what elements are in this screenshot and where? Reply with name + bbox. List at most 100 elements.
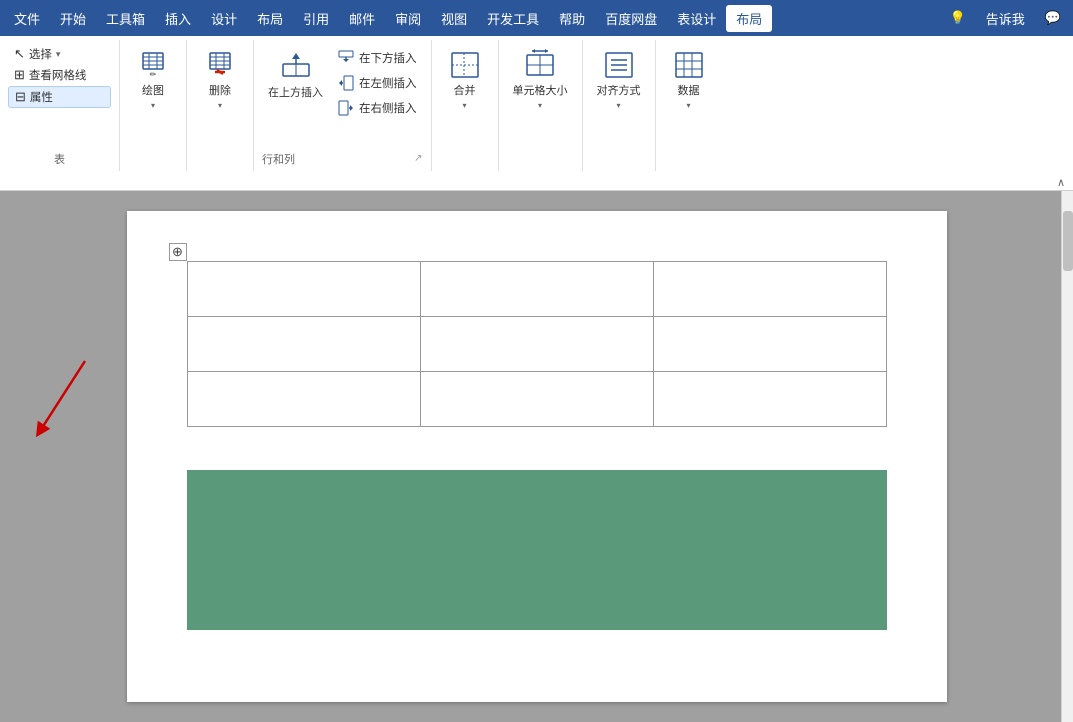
ribbon-bottom-bar: ∧: [0, 175, 1073, 190]
scrollbar-thumb[interactable]: [1063, 211, 1073, 271]
draw-btn[interactable]: ✏ 绘图 ▾: [128, 44, 178, 114]
draw-items: ✏ 绘图 ▾: [128, 44, 178, 153]
table-wrapper: ⊕: [187, 261, 887, 427]
gridlines-icon: ⊞: [14, 67, 25, 83]
ribbon-content: ↖ 选择 ▾ ⊞ 查看网格线 ⊟ 属性 表: [0, 36, 1073, 175]
cell-size-btn[interactable]: 单元格大小 ▾: [507, 44, 574, 114]
menu-item-start[interactable]: 开始: [50, 5, 96, 32]
merge-items: 合并 ▾: [440, 44, 490, 153]
properties-label: 属性: [30, 89, 53, 105]
document-area: ⊕: [0, 191, 1073, 722]
insert-above-icon: [278, 48, 314, 84]
vertical-scrollbar[interactable]: [1061, 191, 1073, 722]
table-group-items: ↖ 选择 ▾ ⊞ 查看网格线 ⊟ 属性: [8, 44, 111, 149]
table-cell[interactable]: [420, 262, 653, 317]
data-icon: [671, 48, 707, 82]
table-cell[interactable]: [187, 317, 420, 372]
menu-right: 💡 告诉我 💬: [942, 5, 1069, 32]
data-btn[interactable]: 数据 ▾: [664, 44, 714, 114]
cell-size-label: 单元格大小: [513, 85, 568, 98]
properties-icon: ⊟: [15, 89, 26, 105]
alignment-label: 对齐方式: [597, 85, 641, 98]
insert-left-label: 在左侧插入: [359, 75, 417, 91]
menu-item-reference[interactable]: 引用: [293, 5, 339, 32]
merge-icon: [447, 48, 483, 82]
ribbon-group-table: ↖ 选择 ▾ ⊞ 查看网格线 ⊟ 属性 表: [0, 40, 120, 171]
alignment-items: 对齐方式 ▾: [591, 44, 647, 153]
svg-text:✏: ✏: [150, 70, 157, 79]
insert-left-icon: [337, 74, 355, 92]
cursor-icon: ↖: [14, 46, 25, 62]
insert-below-label: 在下方插入: [359, 50, 417, 66]
delete-dropdown: ▾: [218, 101, 222, 110]
table-cell[interactable]: [420, 317, 653, 372]
select-label: 选择: [29, 46, 52, 62]
move-icon: ⊕: [172, 244, 183, 260]
menu-item-design[interactable]: 设计: [201, 5, 247, 32]
insert-small-stack: 在下方插入 在左侧插入: [331, 44, 423, 122]
alignment-btn[interactable]: 对齐方式 ▾: [591, 44, 647, 114]
table-row: [187, 317, 886, 372]
table-cell[interactable]: [653, 262, 886, 317]
ribbon-group-alignment: 对齐方式 ▾ -: [583, 40, 656, 171]
gridlines-label: 查看网格线: [29, 67, 87, 83]
merge-label: 合并: [454, 85, 476, 98]
table-row: [187, 262, 886, 317]
document-table[interactable]: [187, 261, 887, 427]
cell-size-items: 单元格大小 ▾: [507, 44, 574, 153]
menu-item-mail[interactable]: 邮件: [339, 5, 385, 32]
merge-btn[interactable]: 合并 ▾: [440, 44, 490, 114]
lightbulb-icon[interactable]: 💡: [942, 6, 974, 30]
comment-icon[interactable]: 💬: [1037, 6, 1069, 30]
delete-label: 删除: [209, 85, 231, 98]
delete-icon: [202, 48, 238, 82]
menu-item-toolbox[interactable]: 工具箱: [96, 5, 155, 32]
menu-item-insert[interactable]: 插入: [155, 5, 201, 32]
ribbon-group-merge: 合并 ▾ -: [432, 40, 499, 171]
table-cell[interactable]: [420, 372, 653, 427]
menu-item-layout[interactable]: 布局: [247, 5, 293, 32]
tell-me-btn[interactable]: 告诉我: [978, 5, 1033, 32]
table-cell[interactable]: [187, 262, 420, 317]
insert-left-btn[interactable]: 在左侧插入: [331, 71, 423, 95]
cell-size-icon: [522, 48, 558, 82]
menu-item-baidu[interactable]: 百度网盘: [595, 5, 667, 32]
insert-right-label: 在右侧插入: [359, 100, 417, 116]
gridlines-btn[interactable]: ⊞ 查看网格线: [8, 65, 111, 85]
annotation-arrow: [0, 351, 120, 471]
table-move-handle[interactable]: ⊕: [169, 243, 187, 261]
insert-below-btn[interactable]: 在下方插入: [331, 46, 423, 70]
rows-cols-dialog-icon[interactable]: ↗: [414, 153, 422, 164]
menu-item-table-design[interactable]: 表设计: [667, 5, 726, 32]
ribbon-collapse-btn[interactable]: ∧: [1057, 176, 1065, 189]
data-items: 数据 ▾: [664, 44, 714, 153]
menu-item-review[interactable]: 审阅: [385, 5, 431, 32]
ribbon-group-data: 数据 ▾ -: [656, 40, 722, 171]
menu-item-dev[interactable]: 开发工具: [477, 5, 549, 32]
insert-above-btn[interactable]: 在上方插入: [262, 44, 329, 114]
properties-btn[interactable]: ⊟ 属性: [8, 86, 111, 108]
menu-item-view[interactable]: 视图: [431, 5, 477, 32]
rows-cols-group-label: 行和列: [262, 149, 295, 167]
menu-item-file[interactable]: 文件: [4, 5, 50, 32]
table-row: [187, 372, 886, 427]
select-dropdown: ▾: [56, 49, 61, 60]
table-cell[interactable]: [653, 317, 886, 372]
delete-btn[interactable]: 删除 ▾: [195, 44, 245, 114]
cell-size-dropdown: ▾: [538, 101, 542, 110]
draw-icon: ✏: [135, 48, 171, 82]
menu-item-help[interactable]: 帮助: [549, 5, 595, 32]
select-btn[interactable]: ↖ 选择 ▾: [8, 44, 111, 64]
document-page: ⊕: [127, 211, 947, 702]
merge-dropdown: ▾: [462, 101, 466, 110]
draw-label: 绘图: [142, 85, 164, 98]
table-cell[interactable]: [653, 372, 886, 427]
menu-item-layout-active[interactable]: 布局: [726, 5, 772, 32]
ribbon-group-rows-cols: 在上方插入 在下方插入: [254, 40, 432, 171]
ribbon-group-delete: 删除 ▾ -: [187, 40, 254, 171]
ribbon: ↖ 选择 ▾ ⊞ 查看网格线 ⊟ 属性 表: [0, 36, 1073, 191]
data-dropdown: ▾: [686, 101, 690, 110]
insert-right-btn[interactable]: 在右侧插入: [331, 96, 423, 120]
image-block[interactable]: [187, 470, 887, 630]
table-cell[interactable]: [187, 372, 420, 427]
